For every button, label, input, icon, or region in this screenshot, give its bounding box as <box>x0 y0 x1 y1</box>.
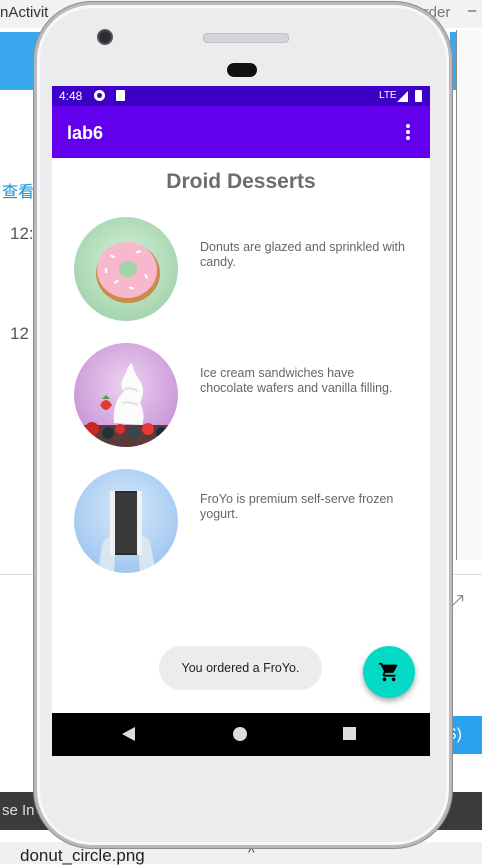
overflow-menu-icon[interactable] <box>404 124 412 142</box>
status-time: 4:48 <box>59 89 83 103</box>
donut-image[interactable] <box>74 217 178 321</box>
home-icon[interactable] <box>233 727 247 741</box>
app-bar: lab6 <box>52 106 430 158</box>
proximity-sensor <box>227 63 257 77</box>
ice-cream-sandwich-image[interactable] <box>74 343 178 447</box>
dessert-description-ice-cream-sandwich: Ice cream sandwiches have chocolate wafe… <box>200 366 393 395</box>
order-toast: You ordered a FroYo. <box>159 646 322 690</box>
network-type-label: LTE <box>379 90 397 101</box>
front-camera-icon <box>97 29 113 45</box>
dessert-description-froyo: FroYo is premium self-serve frozen yogur… <box>200 492 394 521</box>
ide-tab-title[interactable]: nActivit <box>0 4 48 21</box>
notification-icon <box>94 90 105 101</box>
ide-side-panel <box>456 30 482 560</box>
earpiece-speaker <box>203 33 289 43</box>
system-navigation-bar <box>52 713 430 756</box>
phone-screen: 4:48 LTE lab6 Droid Desserts Donuts are … <box>52 86 430 756</box>
minimize-icon[interactable]: – <box>468 2 476 19</box>
recents-icon[interactable] <box>343 727 356 740</box>
status-bar: 4:48 LTE <box>52 86 430 106</box>
cart-fab-button[interactable] <box>363 646 415 698</box>
froyo-image[interactable] <box>74 469 178 573</box>
ide-row-number: 12: <box>10 224 34 243</box>
file-tab-donut-circle[interactable]: donut_circle.png <box>20 846 145 866</box>
shopping-cart-icon <box>378 662 398 682</box>
page-title: Droid Desserts <box>166 170 316 193</box>
ide-row-number: 12 <box>10 324 29 343</box>
back-icon[interactable] <box>122 727 135 741</box>
dessert-description-donut: Donuts are glazed and sprinkled with can… <box>200 240 405 269</box>
battery-icon <box>415 90 422 102</box>
signal-icon <box>397 91 408 102</box>
sd-card-icon <box>116 90 125 101</box>
app-title: lab6 <box>67 123 104 143</box>
ide-dark-bar-text: se In <box>2 802 35 819</box>
ide-view-link[interactable]: 查看 <box>2 178 34 202</box>
